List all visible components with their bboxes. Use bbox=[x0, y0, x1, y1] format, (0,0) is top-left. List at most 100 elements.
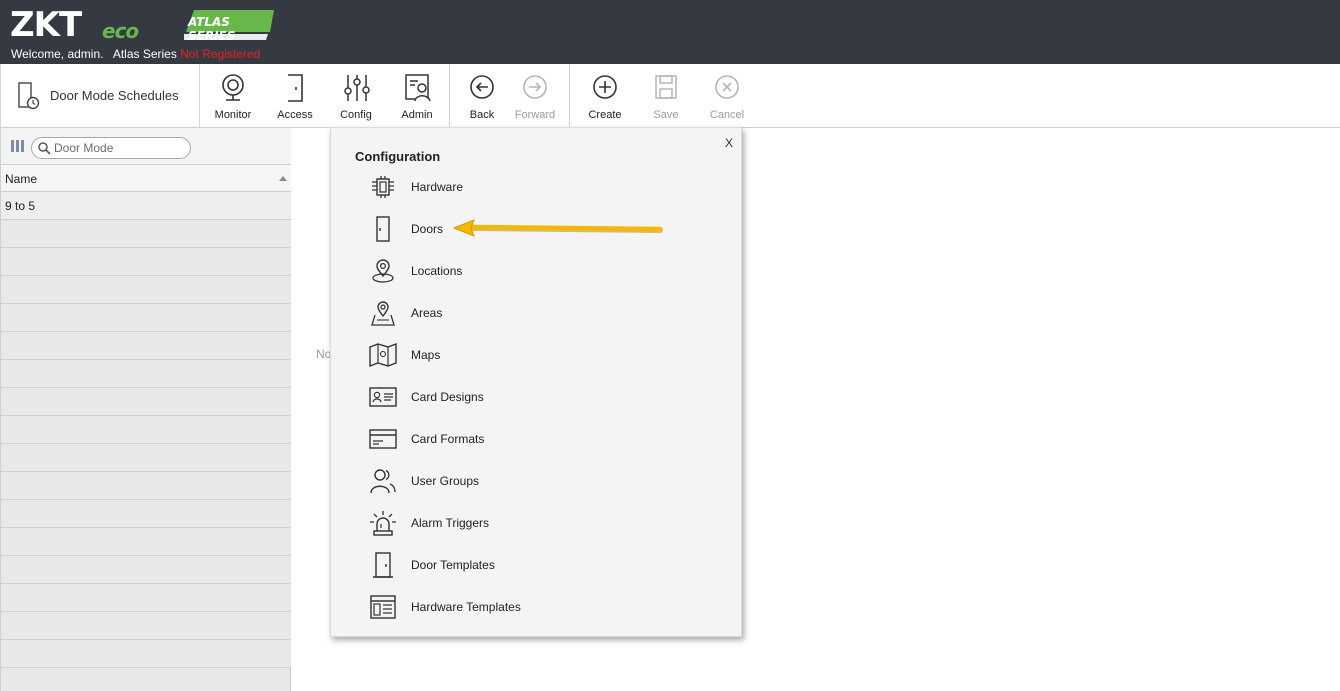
access-button[interactable]: Access bbox=[265, 64, 325, 127]
config-button[interactable]: Config bbox=[326, 64, 386, 127]
menu-item-areas[interactable]: Areas bbox=[365, 295, 665, 331]
door-exit-icon bbox=[288, 74, 303, 102]
list-search-bar bbox=[1, 128, 291, 165]
menu-title: Configuration bbox=[355, 149, 441, 164]
menu-item-label: Hardware bbox=[411, 180, 464, 194]
menu-item-label: Hardware Templates bbox=[411, 600, 521, 614]
webcam-icon bbox=[222, 74, 244, 101]
save-icon bbox=[655, 75, 677, 99]
menu-item-hardware[interactable]: Hardware bbox=[365, 169, 665, 205]
empty-row bbox=[1, 388, 291, 416]
sort-ascending-icon bbox=[279, 176, 287, 181]
monitor-button[interactable]: Monitor bbox=[203, 64, 263, 127]
access-label: Access bbox=[277, 109, 313, 121]
product-name: Atlas Series bbox=[112, 47, 177, 61]
folded-map-icon bbox=[369, 342, 397, 368]
app-header: ZKT eco ATLAS SERIES Welcome, admin. Atl… bbox=[0, 0, 1340, 64]
empty-row bbox=[1, 248, 291, 276]
menu-item-card-formats[interactable]: Card Formats bbox=[365, 421, 665, 457]
column-header-label: Name bbox=[5, 172, 38, 186]
records-table: 9 to 5 bbox=[1, 192, 291, 668]
empty-row bbox=[1, 556, 291, 584]
door-template-icon bbox=[373, 552, 393, 578]
empty-row bbox=[1, 332, 291, 360]
save-label: Save bbox=[653, 109, 679, 121]
search-box[interactable] bbox=[31, 137, 191, 159]
configuration-menu: X Configuration Hardware Doors Locations bbox=[330, 127, 742, 637]
admin-label: Admin bbox=[401, 109, 433, 121]
admin-button[interactable]: Admin bbox=[387, 64, 447, 127]
empty-row bbox=[1, 640, 291, 668]
empty-row bbox=[1, 500, 291, 528]
empty-row bbox=[1, 584, 291, 612]
users-icon bbox=[370, 469, 396, 494]
menu-item-locations[interactable]: Locations bbox=[365, 253, 665, 289]
chip-icon bbox=[372, 176, 394, 198]
table-row[interactable]: 9 to 5 bbox=[1, 192, 291, 220]
id-card-icon bbox=[369, 387, 397, 407]
menu-item-user-groups[interactable]: User Groups bbox=[365, 463, 665, 499]
menu-item-label: Areas bbox=[411, 306, 443, 320]
menu-item-label: Door Templates bbox=[411, 558, 495, 572]
menu-item-hardware-templates[interactable]: Hardware Templates bbox=[365, 589, 665, 625]
empty-row bbox=[1, 416, 291, 444]
menu-item-label: Doors bbox=[411, 222, 444, 236]
empty-row bbox=[1, 304, 291, 332]
create-button[interactable]: Create bbox=[575, 64, 635, 127]
records-list-panel: Name 9 to 5 bbox=[0, 128, 291, 691]
menu-item-label: Card Formats bbox=[411, 432, 485, 446]
columns-icon[interactable] bbox=[11, 140, 25, 152]
menu-item-alarm-triggers[interactable]: Alarm Triggers bbox=[365, 505, 665, 541]
logo-eco-mark: eco bbox=[102, 19, 139, 43]
row-name-cell: 9 to 5 bbox=[5, 199, 36, 213]
name-column-header[interactable]: Name bbox=[1, 165, 291, 192]
credit-card-icon bbox=[369, 429, 397, 449]
welcome-line: Welcome, admin. Atlas Series Not Registe… bbox=[11, 47, 260, 61]
forward-label: Forward bbox=[514, 109, 556, 121]
back-label: Back bbox=[469, 109, 495, 121]
empty-row bbox=[1, 276, 291, 304]
monitor-label: Monitor bbox=[214, 109, 252, 121]
toolbar-separator bbox=[449, 64, 450, 127]
config-label: Config bbox=[340, 109, 372, 121]
annotation-arrow bbox=[452, 219, 663, 237]
cancel-button[interactable]: Cancel bbox=[697, 64, 757, 127]
arrow-right-circle-icon bbox=[523, 75, 547, 99]
search-icon bbox=[38, 142, 51, 155]
forward-button[interactable]: Forward bbox=[505, 64, 565, 127]
area-map-pin-icon bbox=[371, 301, 395, 326]
toolbar-separator bbox=[569, 64, 570, 127]
registration-status[interactable]: Not Registered bbox=[180, 47, 260, 61]
layout-template-icon bbox=[370, 595, 396, 619]
search-input[interactable] bbox=[54, 140, 184, 156]
back-button[interactable]: Back bbox=[452, 64, 512, 127]
admin-user-icon bbox=[405, 74, 431, 102]
door-icon bbox=[376, 216, 390, 242]
close-menu-button[interactable]: X bbox=[725, 136, 733, 150]
welcome-text: Welcome, admin. bbox=[11, 47, 104, 61]
menu-item-label: User Groups bbox=[411, 474, 480, 488]
arrow-left-circle-icon bbox=[470, 75, 494, 99]
main-toolbar: Door Mode Schedules Monitor Access Confi… bbox=[0, 64, 1340, 128]
menu-item-card-designs[interactable]: Card Designs bbox=[365, 379, 665, 415]
alarm-light-icon bbox=[370, 511, 396, 536]
menu-item-door-templates[interactable]: Door Templates bbox=[365, 547, 665, 583]
menu-item-maps[interactable]: Maps bbox=[365, 337, 665, 373]
page-title: Door Mode Schedules bbox=[50, 88, 179, 103]
logo-wordmark: ZKT bbox=[10, 5, 82, 45]
save-button[interactable]: Save bbox=[636, 64, 696, 127]
location-pin-icon bbox=[372, 259, 394, 283]
door-schedule-icon bbox=[18, 82, 40, 110]
empty-row bbox=[1, 220, 291, 248]
atlas-series-text: ATLAS SERIES bbox=[188, 15, 236, 43]
atlas-series-badge: ATLAS SERIES bbox=[184, 10, 274, 43]
empty-row bbox=[1, 444, 291, 472]
cancel-label: Cancel bbox=[709, 109, 745, 121]
empty-row bbox=[1, 472, 291, 500]
menu-item-label: Locations bbox=[411, 264, 463, 278]
menu-item-label: Card Designs bbox=[411, 390, 484, 404]
menu-item-label: Alarm Triggers bbox=[411, 516, 490, 530]
empty-row bbox=[1, 528, 291, 556]
menu-item-label: Maps bbox=[411, 348, 441, 362]
empty-row bbox=[1, 360, 291, 388]
